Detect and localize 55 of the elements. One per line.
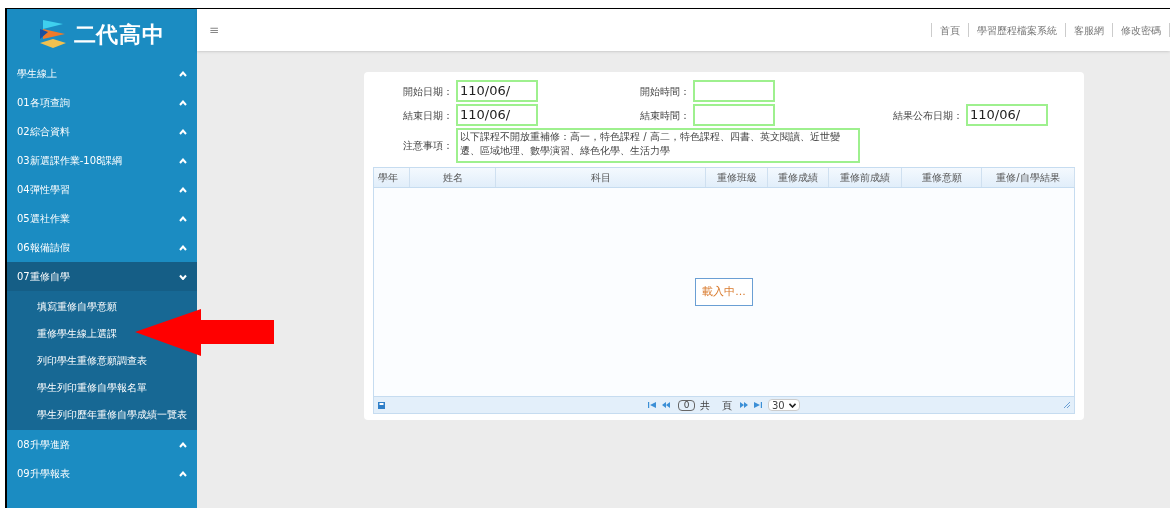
sidebar-item[interactable]: 07重修自學 [7,262,197,291]
column-header[interactable]: 姓名 [410,168,496,187]
text-field[interactable]: 110/06/ [456,104,538,126]
field-label: 開始日期： [402,84,453,99]
chevron-up-icon [179,70,187,77]
next-page-icon[interactable] [740,402,748,408]
logo-text: 二代高中 [73,20,165,49]
sidebar-subitem[interactable]: 學生列印歷年重修自學成績一覽表 [37,407,187,422]
chevron-up-icon [179,470,187,477]
field-label: 注意事項： [402,139,453,153]
nav-link[interactable]: 首頁 [932,22,968,38]
field-label: 結果公布日期： [892,108,963,123]
notes-textarea[interactable]: 以下課程不開放重補修：高一，特色課程 / 高二，特色課程、四書、英文閱讀、近世變遷、區域地理、數學演習、綠色化學、生活力學 [456,128,860,163]
save-icon[interactable] [378,401,385,409]
previous-page-icon[interactable] [662,402,670,408]
field-label: 結束時間： [639,108,690,123]
column-header[interactable]: 學年 [374,168,410,187]
logo-icon [39,20,66,48]
text-field[interactable]: 110/06/ [966,104,1048,126]
sidebar-subitem[interactable]: 列印學生重修意願調查表 [37,353,147,368]
page-text: 頁 [722,398,732,413]
sidebar-subitem[interactable]: 填寫重修自學意願 [37,299,117,314]
page-size-dropdown[interactable]: 30 [768,399,800,411]
column-header[interactable]: 科目 [496,168,706,187]
menu-icon[interactable]: ≡ [209,21,220,39]
text-field[interactable] [693,80,775,102]
chevron-up-icon [179,99,187,106]
nav-link[interactable]: 修改密碼 [1113,22,1169,38]
chevron-up-icon [179,157,187,164]
sidebar-subitem[interactable]: 重修學生線上選課 [37,326,117,341]
chevron-up-icon [179,128,187,135]
field-label: 結束日期： [402,108,453,123]
resize-grip-icon[interactable] [1064,402,1070,408]
sidebar-subitem[interactable]: 學生列印重修自學報名單 [37,380,147,395]
column-header[interactable]: 重修前成績 [829,168,902,187]
page-total-text: 共 [700,398,710,413]
nav-link[interactable]: 學習歷程檔案系統 [969,22,1065,38]
caret-icon [788,402,796,408]
first-page-icon[interactable] [648,402,656,408]
nav-link[interactable]: 客服網 [1066,22,1112,38]
text-field[interactable] [693,104,775,126]
chevron-up-icon [179,244,187,251]
column-header[interactable]: 重修班級 [706,168,768,187]
loading-message: 載入中... [695,277,753,307]
chevron-up-icon [179,441,187,448]
column-header[interactable]: 重修意願 [902,168,982,187]
field-label: 開始時間： [639,84,690,99]
text-field[interactable]: 110/06/ [456,80,538,102]
chevron-up-icon [179,215,187,222]
last-page-icon[interactable] [754,402,762,408]
chevron-down-icon [179,273,187,280]
column-header[interactable]: 重修成績 [768,168,829,187]
column-header[interactable]: 重修/自學結果 [982,168,1075,187]
page-field[interactable]: 0 [678,399,695,411]
chevron-up-icon [179,186,187,193]
